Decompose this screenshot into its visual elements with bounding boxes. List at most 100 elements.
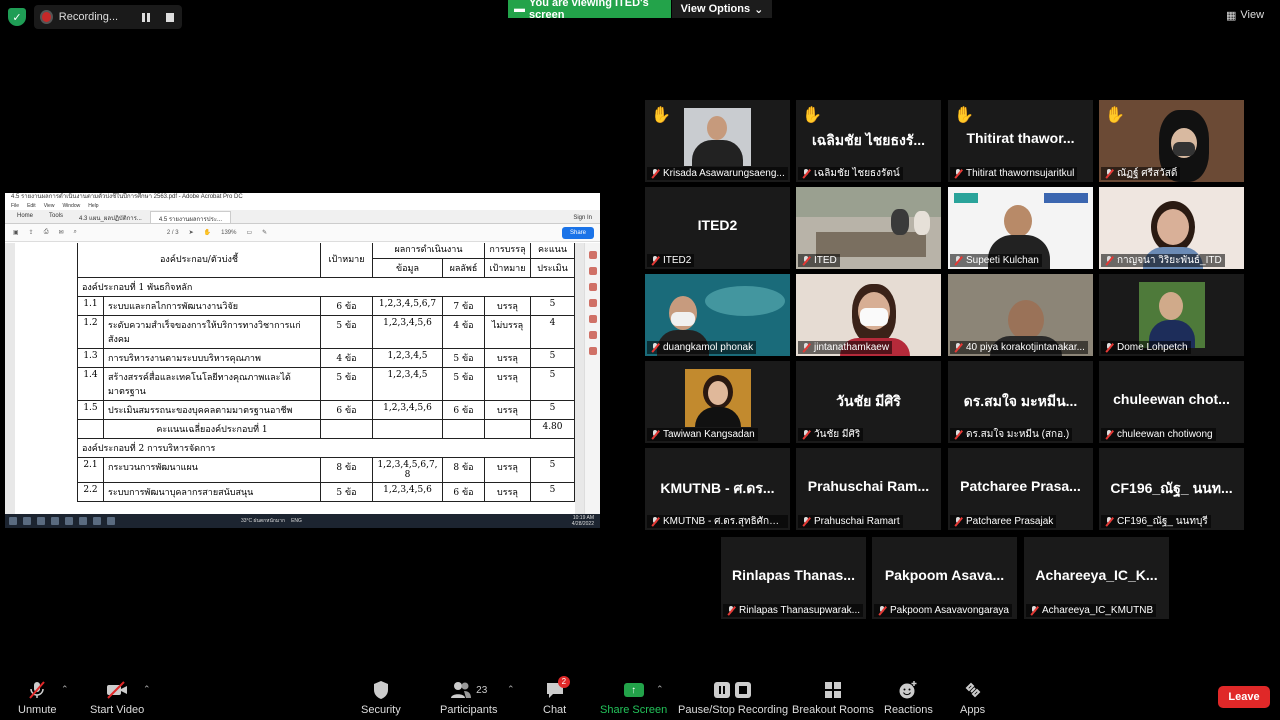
participant-name-label: ITED2 (647, 254, 695, 267)
pause-stop-recording-button[interactable]: Pause/Stop Recording (678, 680, 788, 716)
cell-no: 2.2 (77, 482, 104, 502)
participants-label: Participants (440, 704, 498, 716)
participant-tile[interactable]: jintanathamkaew (796, 274, 941, 356)
apps-button[interactable]: Apps (960, 680, 985, 716)
participant-tile[interactable]: ITED (796, 187, 941, 269)
participant-tile[interactable]: KMUTNB - ศ.ดร... KMUTNB - ศ.ดร.สุทธิศักดิ… (645, 448, 790, 530)
share-caret-icon[interactable]: ⌃ (656, 684, 664, 695)
participant-tile[interactable]: Tawiwan Kangsadan (645, 361, 790, 443)
participant-tile[interactable]: วันชัย มีศิริ วันชัย มีศิริ (796, 361, 941, 443)
participant-name: chuleewan chotiwong (1117, 429, 1213, 440)
participant-name: เฉลิมชัย ไชยธงรัตน์ (814, 168, 900, 179)
cell-result: 5 ข้อ (442, 367, 485, 401)
muted-mic-icon (651, 517, 659, 526)
muted-mic-icon (802, 169, 810, 178)
acrobat-icon (107, 517, 115, 525)
view-options-button[interactable]: View Options ⌄ (672, 0, 772, 18)
participant-tile[interactable]: Achareeya_IC_K... Achareeya_IC_KMUTNB (1024, 537, 1169, 619)
unmute-button[interactable]: Unmute (18, 680, 57, 716)
breakout-rooms-button[interactable]: Breakout Rooms (792, 680, 874, 716)
participant-tile[interactable]: ITED2 ITED2 (645, 187, 790, 269)
participant-tile[interactable]: กาญจนา วิริยะพันธ์_ITD (1099, 187, 1244, 269)
table-row: 1.1 ระบบและกลไกการพัฒนางานวิจัย 6 ข้อ 1,… (77, 296, 575, 316)
muted-mic-icon (802, 256, 810, 265)
view-button[interactable]: ▦ View (1226, 6, 1272, 24)
video-options-caret-icon[interactable]: ⌃ (143, 684, 151, 695)
participant-tile[interactable]: เฉลิมชัย ไชยธงรั... ✋ เฉลิมชัย ไชยธงรัตน์ (796, 100, 941, 182)
muted-mic-icon (1105, 430, 1113, 439)
cell-no: 1.2 (77, 315, 104, 349)
th-score-b: ประเมิน (530, 258, 575, 278)
muted-mic-icon (954, 343, 962, 352)
muted-mic-icon (27, 680, 47, 700)
participant-tile[interactable]: duangkamol phonak (645, 274, 790, 356)
taskbar-clock: 10:19 AM 4/28/2022 (572, 515, 594, 527)
view-options-label: View Options (680, 3, 751, 15)
pause-recording-label: Pause/Stop Recording (678, 704, 789, 716)
leave-button[interactable]: Leave (1218, 686, 1270, 708)
participant-tile[interactable]: Patcharee Prasa... Patcharee Prasajak (948, 448, 1093, 530)
muted-mic-icon (1105, 517, 1113, 526)
participant-name: 40 piya korakotjintanakar... (966, 342, 1085, 353)
participant-name: Prahuschai Ramart (814, 516, 900, 527)
cell-data: 1,2,3,4,5 (372, 367, 443, 401)
participant-name: Patcharee Prasajak (966, 516, 1054, 527)
recording-label: Recording... (58, 11, 119, 23)
table-row: 1.3 การบริหารงานตามระบบบริหารคุณภาพ 4 ข้… (77, 348, 575, 368)
shared-menu-bar: File Edit View Window Help (5, 202, 600, 210)
clock-date: 4/28/2022 (571, 521, 594, 527)
participant-tile[interactable]: Pakpoom Asava... Pakpoom Asavavongaraya (872, 537, 1017, 619)
cell-no: 1.3 (77, 348, 104, 368)
cell-no: 1.5 (77, 400, 104, 420)
participant-tile[interactable]: Prahuschai Ram... Prahuschai Ramart (796, 448, 941, 530)
participant-tile[interactable]: ✋ ณัฏฐ์ ศรีสวัสดิ์ (1099, 100, 1244, 182)
pause-recording-icon[interactable] (142, 12, 151, 22)
participant-name: Supeeti Kulchan (966, 255, 1039, 266)
chat-button[interactable]: 2 Chat (543, 676, 571, 716)
participant-name: กาญจนา วิริยะพันธ์_ITD (1117, 255, 1222, 266)
participant-tile[interactable]: Thitirat thawor... ✋ Thitirat thawornsujar… (948, 100, 1093, 182)
stop-recording-icon[interactable] (166, 12, 174, 22)
participant-photo (684, 108, 751, 166)
participants-caret-icon[interactable]: ⌃ (507, 684, 515, 695)
cell-target: 4 ข้อ (320, 348, 373, 368)
cell-target: 6 ข้อ (320, 400, 373, 420)
security-button[interactable]: Security (361, 680, 401, 716)
participant-tile[interactable]: ดร.สมใจ มะหมีน... ดร.สมใจ มะหมีน (สกอ.) (948, 361, 1093, 443)
participant-name-label: Dome Lohpetch (1101, 341, 1191, 354)
save-icon: ▣ (13, 230, 19, 236)
menu-edit: Edit (27, 203, 36, 209)
participant-tile[interactable]: Rinlapas Thanas... Rinlapas Thanasupwarak… (721, 537, 866, 619)
participant-tile[interactable]: CF196_ณัฐ_ นนท... CF196_ณัฐ_ นนทบุรี (1099, 448, 1244, 530)
participant-tile[interactable]: Supeeti Kulchan (948, 187, 1093, 269)
tab-doc-43: 4.3 แผน_ผลปฏิบัติการ... (79, 216, 142, 222)
cell-target: 5 ข้อ (320, 315, 373, 349)
cell-name: การบริหารงานตามระบบบริหารคุณภาพ (103, 348, 321, 368)
muted-mic-icon (954, 256, 962, 265)
cell-data: 1,2,3,4,5 (372, 348, 443, 368)
participant-display-name: KMUTNB - ศ.ดร... (660, 480, 775, 496)
zoom-level: 139% (221, 229, 237, 236)
participant-tile[interactable]: Dome Lohpetch (1099, 274, 1244, 356)
cell-achieve: บรรลุ (484, 296, 531, 316)
upload-icon: ⇪ (28, 230, 34, 236)
audio-options-caret-icon[interactable]: ⌃ (61, 684, 69, 695)
participant-tile[interactable]: 40 piya korakotjintanakar... (948, 274, 1093, 356)
participant-tile[interactable]: chuleewan chot... chuleewan chotiwong (1099, 361, 1244, 443)
participant-display-name: CF196_ณัฐ_ นนท... (1110, 480, 1233, 496)
security-shield-icon[interactable]: ✓ (8, 8, 26, 26)
participant-display-name: chuleewan chot... (1113, 391, 1230, 407)
zoom-tool-icon (588, 251, 597, 259)
cell-achieve: บรรลุ (484, 400, 531, 420)
participant-name-label: ณัฏฐ์ ศรีสวัสดิ์ (1101, 167, 1181, 180)
meeting-toolbar: Unmute ⌃ Start Video ⌃ Security 23 Parti… (0, 672, 1280, 720)
cell-score: 5 (530, 457, 575, 483)
participant-name-label: Patcharee Prasajak (950, 515, 1057, 528)
participants-button[interactable]: 23 Participants (440, 680, 497, 716)
participant-tile[interactable]: ✋ Krisada Asawarungsaeng... (645, 100, 790, 182)
reactions-button[interactable]: Reactions (884, 680, 933, 716)
shared-tabs: Home Tools 4.3 แผน_ผลปฏิบัติการ... 4.5 ร… (5, 210, 600, 224)
participants-icon-wrap: 23 (450, 680, 487, 700)
participant-display-name: Patcharee Prasa... (960, 478, 1081, 494)
start-video-button[interactable]: Start Video (90, 680, 144, 716)
